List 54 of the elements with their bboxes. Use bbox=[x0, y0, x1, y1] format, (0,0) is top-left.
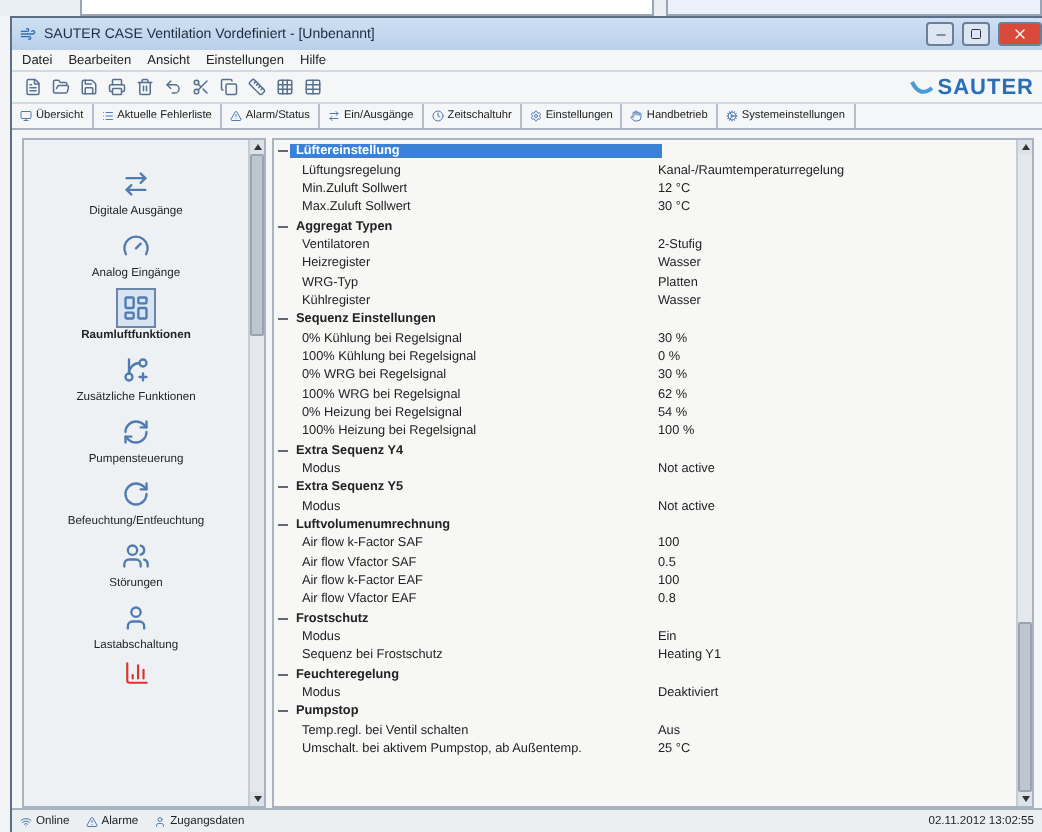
warning-icon bbox=[229, 110, 242, 122]
arrows-icon bbox=[327, 110, 340, 122]
maximize-icon bbox=[970, 28, 982, 40]
close-icon bbox=[1012, 26, 1028, 42]
scrollbar[interactable] bbox=[1016, 140, 1032, 806]
clock-icon bbox=[431, 110, 444, 122]
collapse-icon[interactable] bbox=[277, 221, 287, 232]
table-icon[interactable] bbox=[300, 75, 324, 99]
collapse-icon[interactable] bbox=[277, 613, 287, 624]
collapse-icon[interactable] bbox=[277, 146, 287, 157]
settings-icon bbox=[529, 110, 542, 122]
network-icon bbox=[20, 815, 32, 827]
gauge-icon bbox=[121, 232, 150, 260]
trash-icon[interactable] bbox=[132, 75, 156, 99]
collapse-icon[interactable] bbox=[277, 520, 287, 531]
users-icon bbox=[121, 542, 150, 570]
scissors-icon[interactable] bbox=[188, 75, 212, 99]
warning-icon bbox=[85, 815, 98, 827]
folder-icon[interactable] bbox=[48, 75, 72, 99]
maximize-button[interactable] bbox=[962, 22, 990, 46]
chart-icon bbox=[123, 660, 149, 686]
list-icon bbox=[101, 110, 114, 122]
new-file-icon[interactable] bbox=[20, 75, 44, 99]
cog-icon bbox=[725, 110, 738, 122]
user-icon bbox=[121, 604, 150, 632]
panel-icon bbox=[122, 294, 150, 322]
branch-icon bbox=[122, 356, 150, 384]
scroll-up-icon[interactable] bbox=[253, 144, 261, 150]
collapse-icon[interactable] bbox=[277, 706, 287, 717]
scroll-thumb[interactable] bbox=[1018, 622, 1032, 792]
collapse-icon[interactable] bbox=[277, 669, 287, 680]
logo-icon bbox=[909, 77, 934, 97]
rotate-icon bbox=[122, 480, 150, 508]
undo-icon[interactable] bbox=[160, 75, 184, 99]
monitor-icon bbox=[20, 110, 32, 122]
hand-icon bbox=[630, 110, 643, 122]
collapse-icon[interactable] bbox=[277, 314, 287, 325]
arrows-icon bbox=[121, 170, 150, 198]
user-icon bbox=[154, 815, 167, 827]
ruler-icon[interactable] bbox=[244, 75, 268, 99]
scroll-down-icon[interactable] bbox=[253, 796, 261, 802]
save-icon[interactable] bbox=[76, 75, 100, 99]
scroll-down-icon[interactable] bbox=[1021, 796, 1029, 802]
collapse-icon[interactable] bbox=[277, 482, 287, 493]
scrollbar[interactable] bbox=[248, 140, 264, 806]
grid-icon[interactable] bbox=[272, 75, 296, 99]
brand-logo: SAUTER bbox=[937, 75, 1034, 99]
refresh-icon bbox=[122, 418, 150, 446]
collapse-icon[interactable] bbox=[277, 445, 287, 456]
copy-icon[interactable] bbox=[216, 75, 240, 99]
scroll-up-icon[interactable] bbox=[1021, 144, 1029, 150]
print-icon[interactable] bbox=[104, 75, 128, 99]
app-icon bbox=[20, 26, 36, 42]
scroll-thumb[interactable] bbox=[250, 154, 264, 337]
